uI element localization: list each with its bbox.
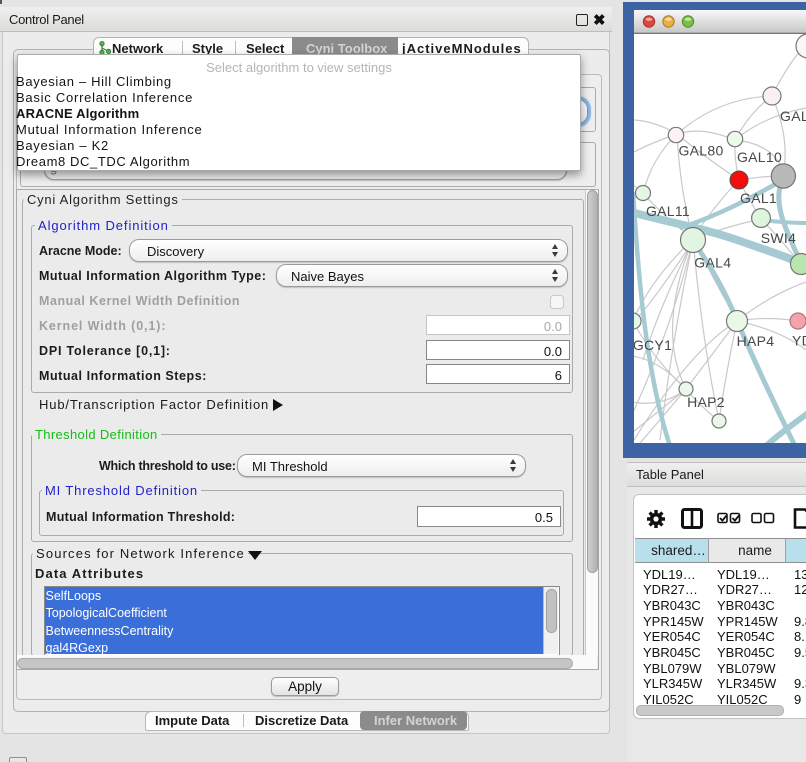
svg-text:GAL7: GAL7 xyxy=(780,108,806,124)
svg-text:YD: YD xyxy=(792,333,806,349)
svg-text:GAL80: GAL80 xyxy=(678,143,723,159)
svg-text:HAP4: HAP4 xyxy=(737,333,775,349)
svg-text:GAL11: GAL11 xyxy=(646,203,690,219)
svg-text:GAL10: GAL10 xyxy=(737,149,782,165)
svg-text:GAL1: GAL1 xyxy=(740,190,777,206)
svg-text:HAP2: HAP2 xyxy=(687,394,725,410)
svg-text:GAL4: GAL4 xyxy=(694,255,731,271)
svg-text:GCY1: GCY1 xyxy=(633,337,672,353)
svg-text:SWI4: SWI4 xyxy=(761,230,796,246)
